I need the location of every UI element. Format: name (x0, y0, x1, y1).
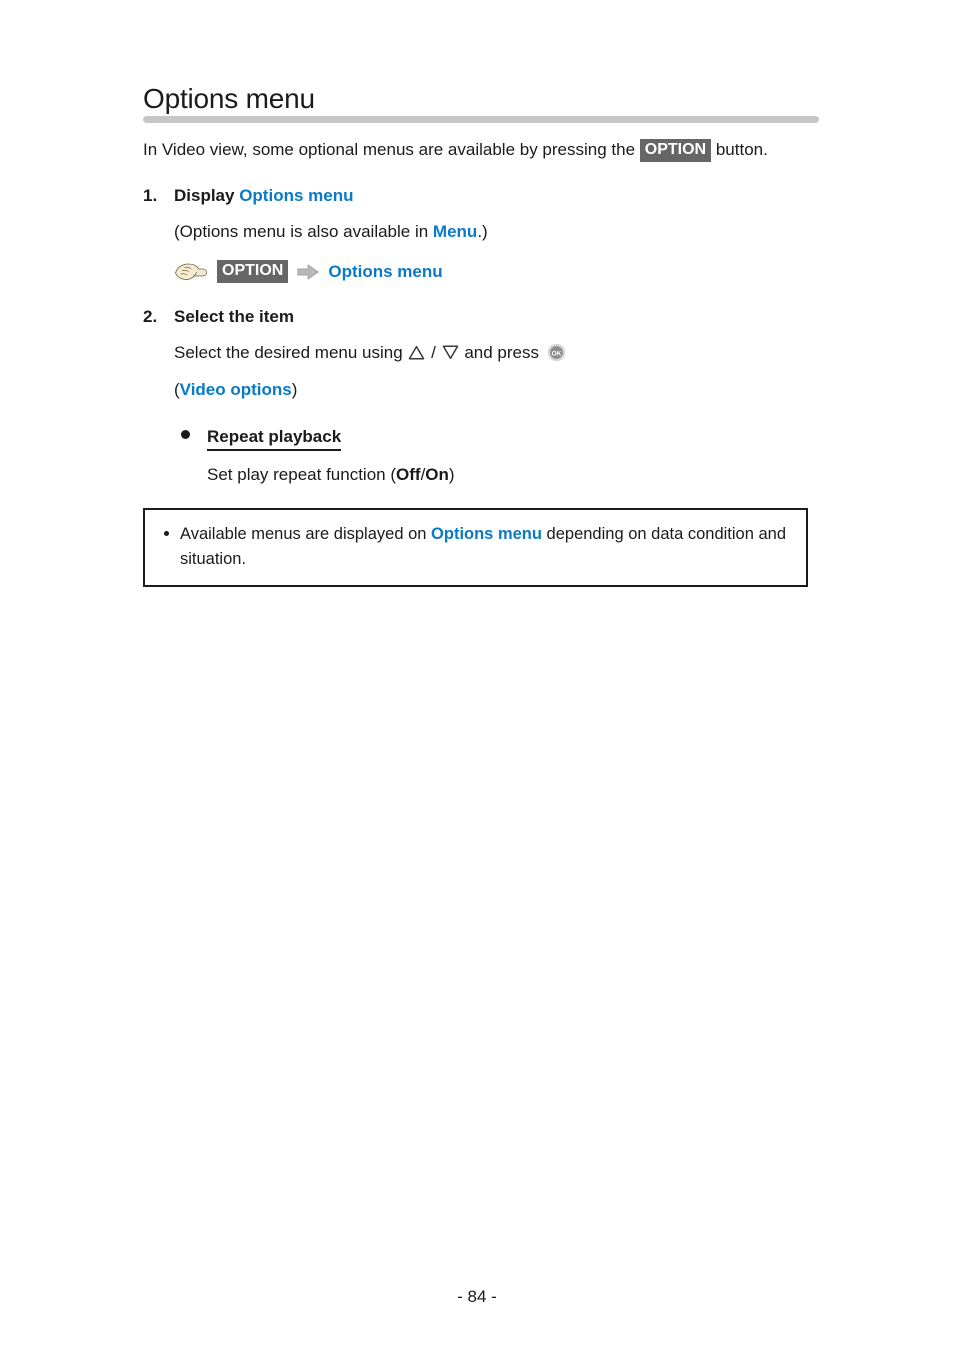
page-number-footer: - 84 - (457, 1287, 497, 1306)
triangle-up-icon[interactable] (408, 342, 425, 360)
intro-paragraph: In Video view, some optional menus are a… (143, 137, 819, 163)
step-1-number: 1. (143, 186, 158, 206)
option-bullet-icon (181, 430, 190, 440)
right-arrow-icon (297, 263, 320, 281)
option-keycap-step1[interactable]: OPTION (217, 260, 289, 284)
step-2-number: 2. (143, 307, 158, 327)
step-1: 1. Display Options menu (Options menu is … (143, 184, 819, 284)
document-page: Options menu In Video view, some optiona… (0, 0, 954, 1350)
option-keycap-intro: OPTION (639, 139, 712, 163)
note-text-before: Available menus are displayed on (180, 525, 432, 544)
step-2-group-close: ) (291, 380, 298, 400)
step-1-note-after: .) (477, 222, 488, 242)
operation-guide-row: OPTION Options menu (143, 260, 819, 284)
pointing-hand-icon (174, 261, 208, 283)
operation-target-link[interactable]: Options menu (328, 262, 442, 282)
intro-text-after: button. (711, 140, 768, 160)
step-2-separator: / (426, 343, 441, 363)
option-item-repeat-playback: Repeat playback Set play repeat function… (143, 426, 819, 487)
step-1-note-link[interactable]: Menu (433, 222, 477, 241)
option-description-before: Set play repeat function ( (207, 465, 397, 485)
step-2: 2. Select the item Select the desired men… (143, 305, 819, 487)
note-link[interactable]: Options menu (431, 525, 542, 543)
option-value-off: Off (396, 465, 421, 485)
ok-button-icon[interactable]: OK (547, 343, 566, 362)
step-2-heading-text: Select the item (174, 307, 294, 327)
step-2-instruction: Select the desired menu using / and pres… (174, 340, 819, 365)
note-item: Available menus are displayed on Options… (159, 522, 792, 572)
intro-text-before: In Video view, some optional menus are a… (143, 140, 640, 160)
step-2-heading: 2. Select the item (143, 305, 819, 329)
title-rule (143, 116, 819, 124)
step-1-heading: 1. Display Options menu (143, 184, 819, 208)
step-1-heading-prefix: Display (174, 186, 240, 206)
step-1-note: (Options menu is also available in Menu.… (174, 219, 819, 244)
note-box: Available menus are displayed on Options… (143, 508, 808, 588)
page-title: Options menu (143, 83, 315, 114)
step-2-instruction-middle: and press (459, 343, 544, 363)
option-title-row: Repeat playback (174, 426, 819, 452)
step-2-body: Select the desired menu using / and pres… (143, 340, 819, 402)
option-value-on: On (425, 465, 449, 485)
step-2-group-link[interactable]: Video options (180, 380, 292, 399)
page-content: Options menu In Video view, some optiona… (143, 83, 819, 588)
option-description: Set play repeat function (Off/On) (174, 463, 819, 487)
step-1-body: (Options menu is also available in Menu.… (143, 219, 819, 244)
step-2-group: (Video options) (174, 377, 819, 402)
triangle-down-icon[interactable] (442, 342, 459, 360)
step-2-instruction-before: Select the desired menu using (174, 343, 408, 363)
option-title: Repeat playback (207, 426, 342, 452)
step-1-note-before: (Options menu is also available in (174, 222, 433, 242)
option-description-after: ) (448, 465, 455, 485)
svg-text:OK: OK (551, 351, 561, 358)
note-bullet-icon (164, 531, 169, 537)
step-1-heading-link[interactable]: Options menu (239, 186, 353, 205)
